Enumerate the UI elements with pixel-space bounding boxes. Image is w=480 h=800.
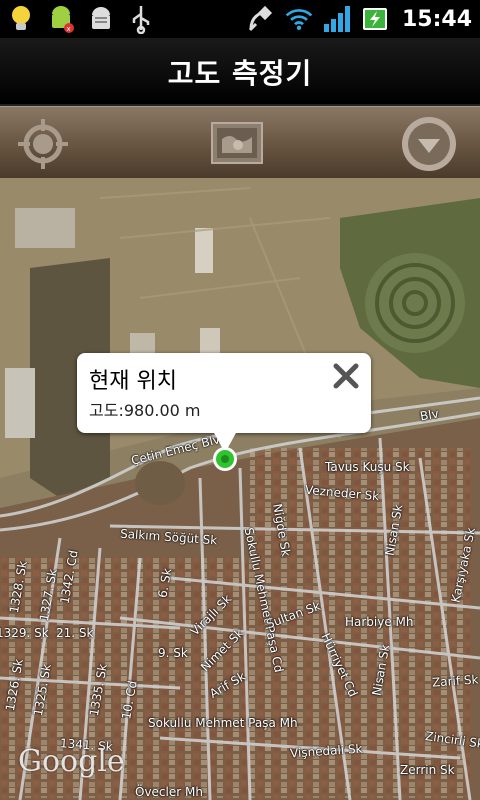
altitude-value: 고도:980.00 m bbox=[89, 401, 201, 420]
satellite-imagery bbox=[0, 178, 480, 800]
svg-text:x: x bbox=[67, 25, 71, 33]
google-logo: Google bbox=[18, 744, 125, 779]
street-label: 21. Sk bbox=[56, 626, 94, 640]
chevron-down-icon bbox=[402, 117, 456, 171]
my-location-icon bbox=[18, 119, 68, 169]
usb-icon bbox=[126, 4, 156, 34]
location-pin-icon bbox=[213, 447, 237, 471]
map-view-button[interactable] bbox=[208, 115, 266, 173]
current-location-marker[interactable] bbox=[212, 446, 238, 472]
clock: 15:44 bbox=[401, 6, 472, 32]
close-button[interactable] bbox=[331, 361, 361, 391]
wifi-icon bbox=[284, 4, 314, 34]
android-icon bbox=[86, 4, 116, 34]
lightbulb-icon bbox=[6, 4, 36, 34]
street-label: 1329. Sk bbox=[0, 626, 49, 640]
system-status-icons: 15:44 bbox=[246, 4, 472, 34]
map-view[interactable]: Çetin Emeç Blv Blv Tavus Kuşu Sk Veznede… bbox=[0, 178, 480, 800]
android-debug-icon: x bbox=[46, 4, 76, 34]
street-label: Tavus Kuşu Sk bbox=[325, 460, 410, 474]
close-icon bbox=[333, 363, 359, 389]
status-bar: x 15:44 bbox=[0, 0, 480, 38]
page-title: 고도 측정기 bbox=[167, 57, 313, 90]
battery-charging-icon bbox=[360, 4, 390, 34]
map-area-label: Övecler Mh bbox=[135, 785, 203, 799]
map-area-label: Sokullu Mehmet Paşa Mh bbox=[148, 716, 298, 730]
my-location-button[interactable] bbox=[14, 115, 72, 173]
dropdown-menu-button[interactable] bbox=[400, 115, 458, 173]
street-label: Zerrin Sk bbox=[400, 763, 455, 777]
map-toolbar bbox=[0, 106, 480, 179]
signal-icon bbox=[322, 4, 352, 34]
street-label: 9. Sk bbox=[158, 646, 188, 660]
notification-icons: x bbox=[6, 4, 156, 34]
map-area-label: Harbiye Mh bbox=[345, 615, 414, 629]
map-view-icon bbox=[211, 122, 263, 164]
app-title-bar: 고도 측정기 bbox=[0, 38, 480, 106]
popup-title: 현재 위치 bbox=[89, 369, 177, 394]
gps-icon bbox=[246, 4, 276, 34]
location-info-popup[interactable]: 현재 위치 고도:980.00 m bbox=[77, 353, 371, 453]
